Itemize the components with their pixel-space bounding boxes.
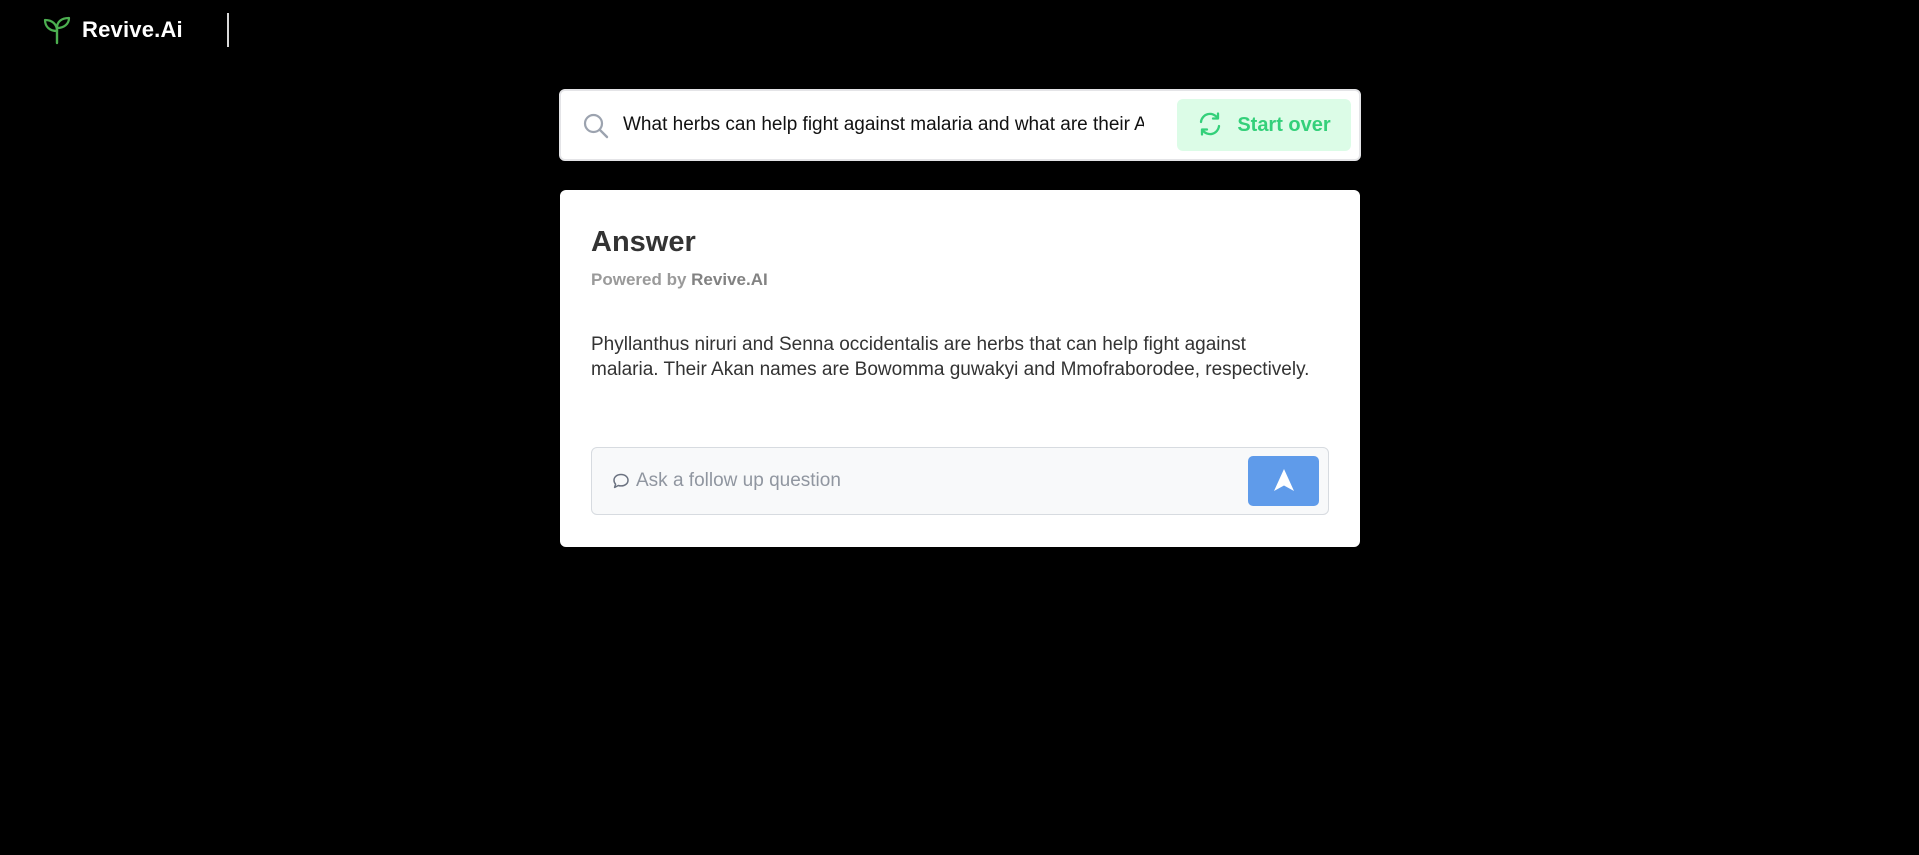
sprout-icon <box>42 15 72 45</box>
refresh-icon <box>1197 111 1237 140</box>
start-over-label: Start over <box>1237 113 1331 136</box>
answer-text: Phyllanthus niruri and Senna occidentali… <box>591 334 1310 380</box>
search-bar: Start over <box>559 89 1361 161</box>
chat-bubble-icon <box>612 472 630 490</box>
powered-by-prefix: Powered by <box>591 270 687 289</box>
search-input[interactable] <box>623 107 1144 143</box>
top-bar: Revive.Ai <box>0 0 1919 60</box>
brand-name: Revive.Ai <box>82 17 183 42</box>
start-over-button[interactable]: Start over <box>1177 99 1351 151</box>
header-divider <box>227 13 229 47</box>
send-button[interactable] <box>1248 456 1319 506</box>
search-icon <box>582 112 610 140</box>
followup-box <box>591 447 1329 515</box>
logo[interactable]: Revive.Ai <box>42 15 183 45</box>
send-arrow-icon <box>1271 467 1297 496</box>
answer-card: Answer Powered by Revive.AI Phyllanthus … <box>560 190 1360 547</box>
powered-by-brand: Revive.AI <box>691 270 768 289</box>
answer-title: Answer <box>591 226 696 258</box>
followup-input[interactable] <box>636 466 1236 496</box>
powered-by: Powered by Revive.AI <box>591 270 768 290</box>
